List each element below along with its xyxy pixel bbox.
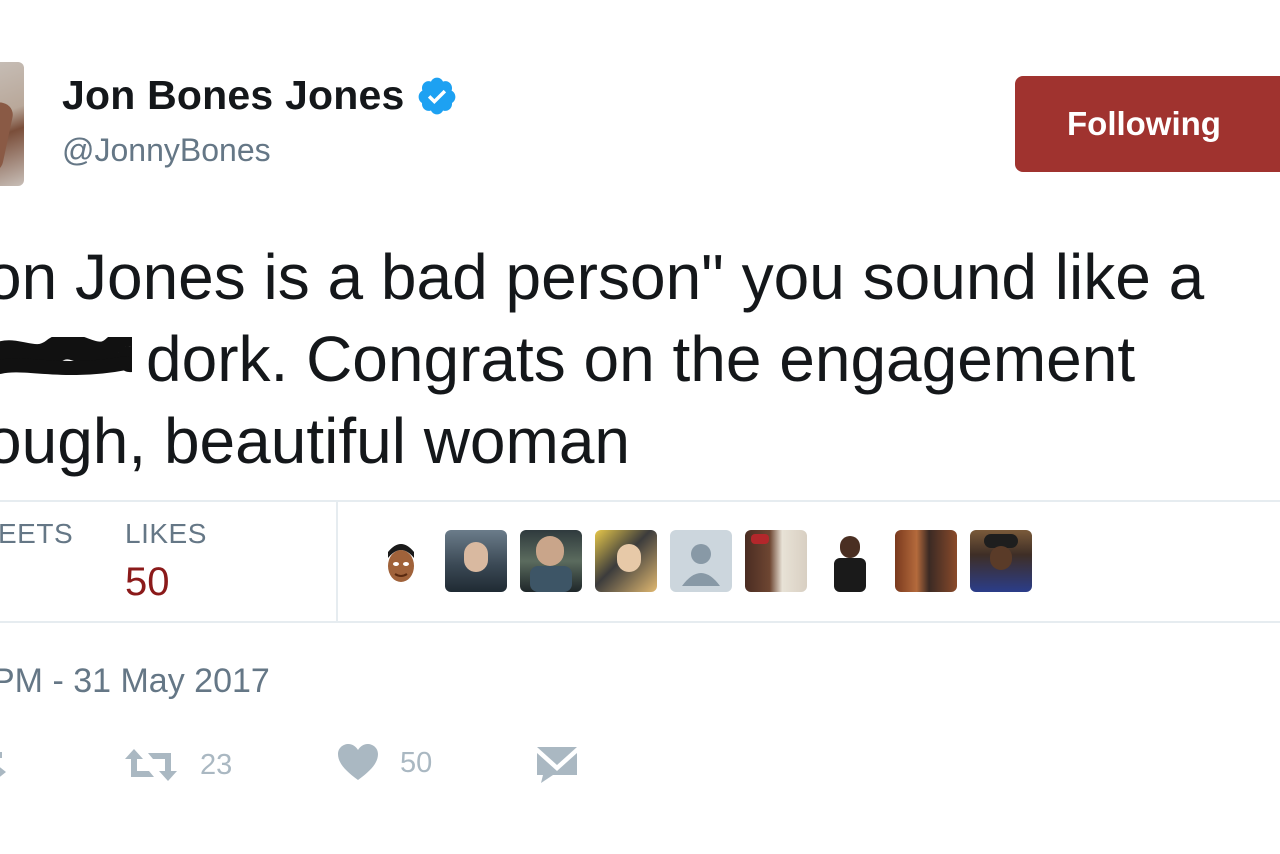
cartoon-avatar-icon	[388, 544, 414, 582]
censor-scribble-icon	[0, 337, 132, 376]
liker-avatar-6[interactable]	[745, 530, 807, 592]
tweet-line-1: on Jones is a bad person" you sound like…	[0, 241, 1205, 313]
like-action[interactable]: 50	[338, 744, 432, 782]
tweet-line-3: ough, beautiful woman	[0, 405, 630, 477]
user-handle[interactable]: @JonnyBones	[62, 132, 271, 169]
retweet-action[interactable]: 23	[124, 747, 232, 783]
reply-icon	[0, 752, 6, 777]
tweet-line-2-text: dork. Congrats on the engagement	[146, 323, 1136, 395]
liker-avatar-cartoon[interactable]	[370, 530, 432, 592]
liker-avatar-3[interactable]	[520, 530, 582, 592]
stats-bottom-divider	[0, 621, 1280, 623]
stats-top-divider	[0, 500, 1280, 502]
like-count: 50	[400, 746, 433, 779]
liker-avatar-8[interactable]	[895, 530, 957, 592]
direct-message-action[interactable]	[537, 745, 577, 783]
retweets-label[interactable]: EETS	[0, 518, 73, 550]
likes-value[interactable]: 50	[125, 560, 170, 605]
tweet-line-2: dork. Congrats on the engagement	[0, 318, 1280, 400]
likes-label[interactable]: LIKES	[125, 518, 207, 550]
liker-avatar-9[interactable]	[970, 530, 1032, 592]
verified-badge-icon	[419, 77, 456, 114]
stats-vertical-divider	[336, 502, 338, 622]
liker-avatar-7[interactable]	[820, 530, 882, 592]
display-name[interactable]: Jon Bones Jones	[62, 72, 404, 119]
name-row: Jon Bones Jones	[62, 72, 458, 119]
default-avatar-icon	[682, 544, 720, 586]
tweet-text: on Jones is a bad person" you sound like…	[0, 236, 1280, 482]
liker-avatar-2[interactable]	[445, 530, 507, 592]
liker-default-avatar[interactable]	[670, 530, 732, 592]
likers-avatars	[370, 530, 1045, 592]
profile-avatar[interactable]	[0, 62, 24, 186]
heart-icon	[338, 744, 378, 780]
following-button[interactable]: Following	[1015, 76, 1280, 172]
retweet-icon	[125, 749, 177, 781]
tweet-timestamp[interactable]: PM - 31 May 2017	[0, 662, 270, 701]
reply-action[interactable]	[0, 744, 6, 784]
retweet-count: 23	[200, 748, 233, 781]
liker-avatar-4[interactable]	[595, 530, 657, 592]
envelope-icon	[537, 747, 577, 783]
